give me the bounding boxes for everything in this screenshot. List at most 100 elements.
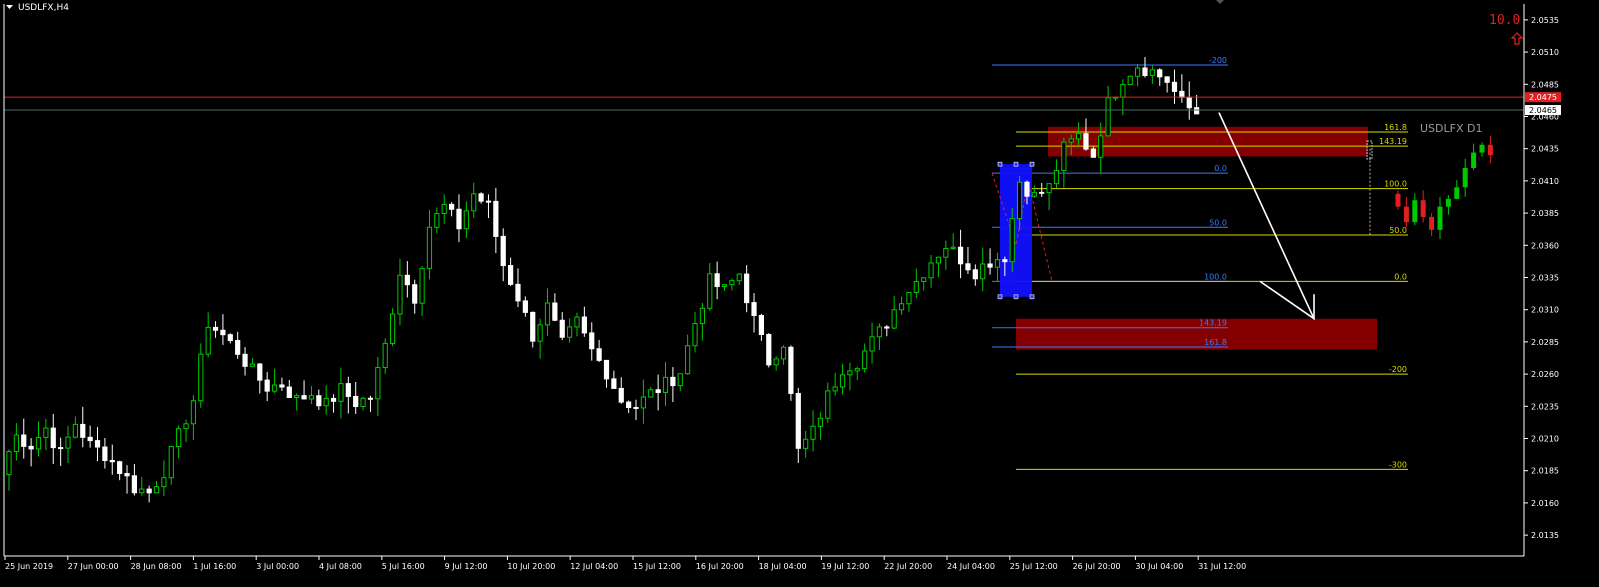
fib-left-label: -200 [1209,56,1227,65]
y-tick-label: 2.0210 [1531,435,1559,444]
inset-label: USDLFX D1 [1420,122,1482,135]
pattern-handle[interactable] [1029,294,1035,300]
candle-body [515,283,521,302]
candle-body [1171,81,1178,92]
candle-body [1002,259,1008,263]
x-tick-label: 19 Jul 12:00 [821,562,869,571]
candle-body [935,256,942,264]
candle-body [891,309,897,329]
candle-body [183,423,189,430]
candle-body [1135,67,1141,77]
candle-body [139,488,145,494]
candle-body [898,303,905,311]
y-tick-label: 2.0485 [1531,80,1559,89]
candle-body [522,300,528,313]
candle-body [316,395,322,407]
candle-body [28,445,34,450]
candle-body [913,281,919,294]
candle-body [611,378,617,389]
x-tick-label: 31 Jul 12:00 [1198,562,1246,571]
candle-body [994,259,1001,268]
chart-window[interactable]: -200 0.0 50.0 100.0 143.19 161.8 161.8 143.19 10… [0,0,1599,583]
x-tick-label: 26 Jul 20:00 [1073,562,1121,571]
inset-candle-body [1445,198,1451,207]
pattern-handle[interactable] [1013,294,1019,300]
candle-body [360,397,366,408]
candle-body [463,210,469,230]
candle-body [367,397,374,400]
candle-body [574,316,580,328]
candle-body [212,326,219,331]
inset-candle-body [1437,206,1443,230]
x-tick-label: 3 Jul 00:00 [256,562,299,571]
y-tick-label: 2.0460 [1531,112,1559,121]
candle-body [323,397,329,407]
candle-body [279,384,285,388]
candle-body [1149,69,1155,76]
candle-body [581,316,587,334]
fib-left-label: 143.19 [1199,319,1227,328]
candle-body [330,397,337,402]
candle-body [124,473,130,477]
candle-body [603,359,610,380]
candle-body [552,302,558,321]
candle-body [810,425,816,440]
candle-body [537,324,543,342]
candle-body [685,345,691,375]
candle-body [1046,183,1052,194]
candle-body [729,280,735,286]
pattern-handle[interactable] [1029,161,1035,167]
candle-body [471,193,477,212]
y-tick-label: 2.0135 [1531,531,1559,540]
arrow-up-icon [1510,32,1524,45]
candle-body [94,440,101,448]
candle-body [854,368,860,372]
candle-body [43,427,49,438]
lower-target-zone [1016,318,1377,350]
y-tick-label: 2.0160 [1531,499,1559,508]
chevron-down-icon[interactable] [6,5,13,9]
candle-body [847,370,853,376]
candle-body [448,203,455,210]
candle-body [404,274,410,286]
candle-body [957,246,964,265]
candle-body [58,447,64,450]
candle-body [35,436,42,450]
candle-body [1053,170,1060,185]
inset-candle-body [1462,168,1468,188]
candle-body [906,292,912,305]
candle-body [264,379,270,392]
pattern-handle[interactable] [997,294,1003,300]
x-tick-label: 1 Jul 16:00 [193,562,236,571]
candle-body [1164,76,1170,83]
candle-body [832,386,838,392]
fib-left-label: 0.0 [1214,164,1227,173]
y-tick-label: 2.0235 [1531,402,1559,411]
pattern-handle[interactable] [1013,161,1019,167]
y-tick-label: 2.0310 [1531,306,1559,315]
fib-left-label: 100.0 [1204,272,1227,281]
fibonacci-levels[interactable]: -200 0.0 50.0 100.0 143.19 161.8 161.8 143.19 10… [992,56,1408,470]
candle-body [1194,107,1200,115]
candle-body [1098,135,1104,158]
candle-body [699,307,705,324]
candle-body [803,438,809,449]
candle-body [146,488,152,494]
candle-body [242,353,248,367]
pattern-handle[interactable] [997,161,1003,167]
ask-price-tag-label: 2.0475 [1529,93,1557,102]
candle-body [1090,148,1096,158]
candle-body [419,267,425,304]
candle-body [397,274,403,315]
candle-body [375,367,381,400]
price-chart[interactable]: -200 0.0 50.0 100.0 143.19 161.8 161.8 143.19 10… [0,0,1599,583]
candle-body [773,358,779,366]
candle-body [102,446,108,462]
candle-body [1186,96,1192,109]
candle-body [869,336,875,352]
candle-body [677,373,683,387]
candle-body [633,406,639,409]
candle-body [485,200,492,203]
candle-body [1061,141,1067,172]
candle-body [670,376,676,387]
